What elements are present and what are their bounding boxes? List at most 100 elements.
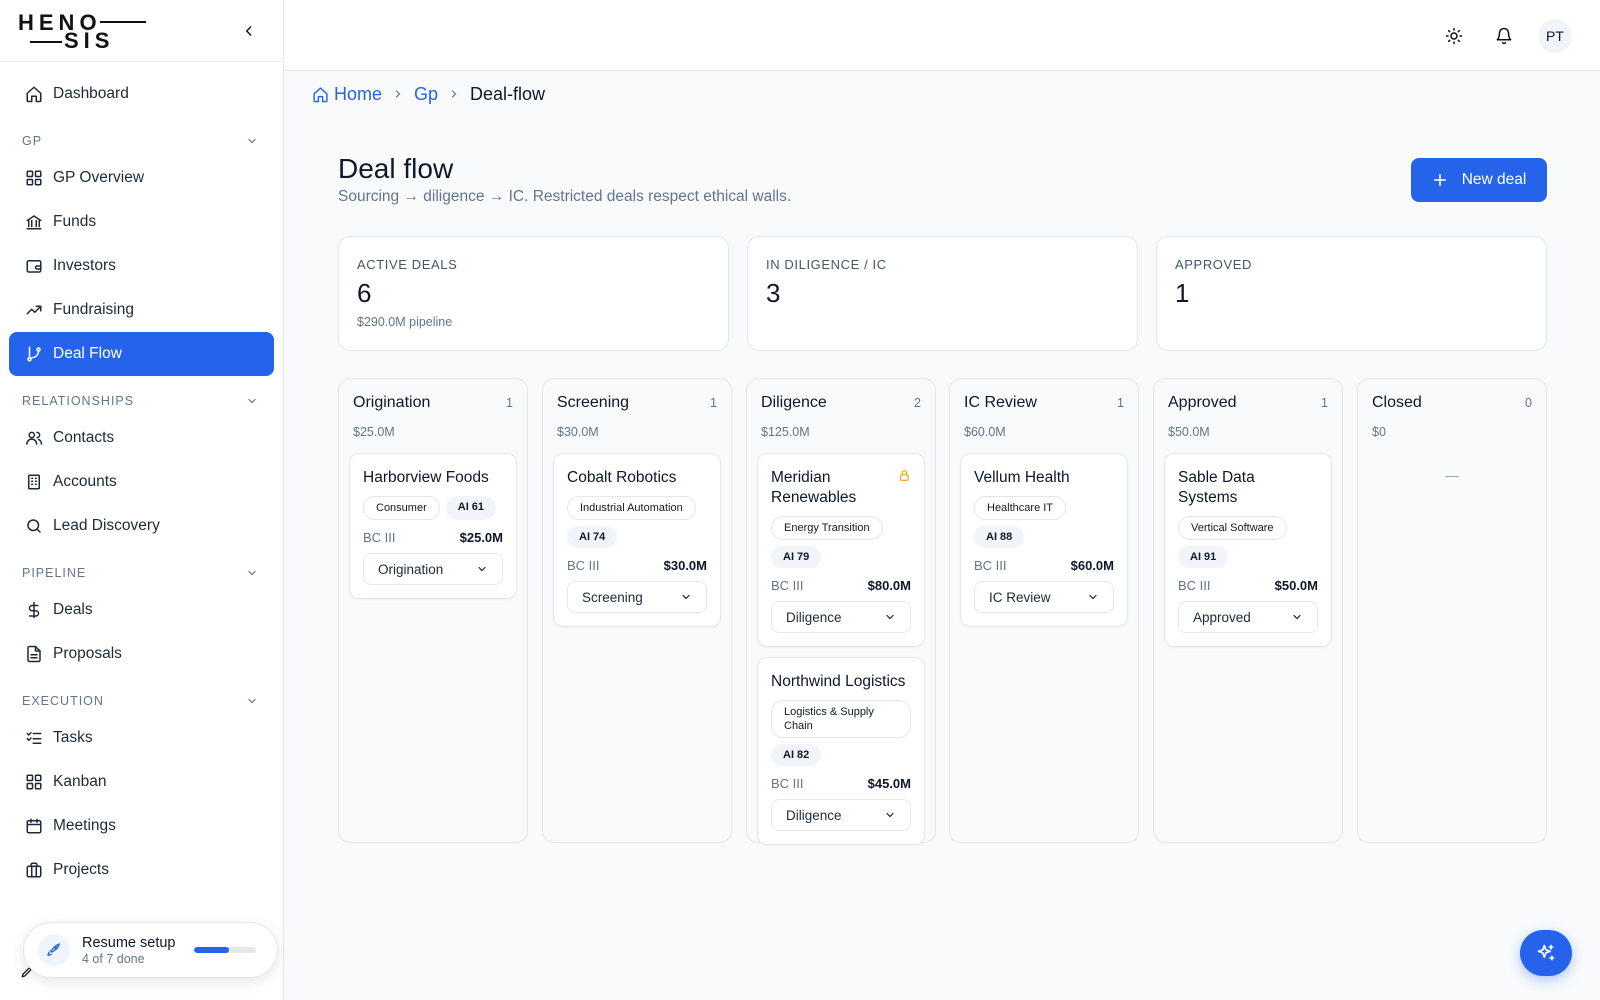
deal-name: Vellum Health xyxy=(974,469,1070,486)
deal-bc: BC III xyxy=(771,776,804,791)
column-total: $30.0M xyxy=(557,425,599,439)
section-toggle-relationships[interactable]: RELATIONSHIPS xyxy=(9,386,274,416)
ai-assistant-button[interactable] xyxy=(1520,930,1572,976)
chevron-down-icon xyxy=(1293,614,1301,620)
stage-select[interactable]: Diligence xyxy=(771,799,911,831)
sidebar-item-projects[interactable]: Projects xyxy=(9,848,274,892)
column-count: 2 xyxy=(914,396,921,410)
sidebar-item-dashboard[interactable]: Dashboard xyxy=(9,72,274,116)
section-title: EXECUTION xyxy=(22,694,104,708)
stage-select[interactable]: IC Review xyxy=(974,581,1114,613)
sidebar-item-accounts[interactable]: Accounts xyxy=(9,460,274,504)
sidebar-item-kanban[interactable]: Kanban xyxy=(9,760,274,804)
sparkles-icon xyxy=(1537,944,1555,961)
stage-select-value: Approved xyxy=(1193,609,1251,625)
logo-bar xyxy=(100,20,146,23)
column-closed: Closed 0 $0 — xyxy=(1357,378,1547,843)
sidebar-item-deals[interactable]: Deals xyxy=(9,588,274,632)
resume-setup-card[interactable]: Resume setup 4 of 7 done xyxy=(23,922,278,978)
deal-card[interactable]: Meridian Renewables Energy Transition AI 7… xyxy=(757,453,925,647)
stat-label: ACTIVE DEALS xyxy=(357,257,458,272)
sidebar-item-lead-discovery[interactable]: Lead Discovery xyxy=(9,504,274,548)
sidebar-item-fundraising[interactable]: Fundraising xyxy=(9,288,274,332)
sun-icon xyxy=(1445,27,1463,45)
notifications-button[interactable] xyxy=(1488,20,1520,52)
collapse-sidebar-button[interactable] xyxy=(237,19,261,43)
deal-card[interactable]: Sable Data Systems Vertical Software AI 91… xyxy=(1164,453,1332,647)
stage-select-value: Diligence xyxy=(786,807,842,823)
wallet-icon xyxy=(26,260,42,273)
deal-amount: $50.0M xyxy=(1274,578,1318,593)
sidebar: HENO SIS Dashboard GP GP Overview Funds xyxy=(0,0,284,1000)
chevron-down-icon xyxy=(682,594,690,600)
trending-up-icon xyxy=(26,305,42,315)
column-title: Screening xyxy=(557,394,630,411)
section-toggle-pipeline[interactable]: PIPELINE xyxy=(9,558,274,588)
deal-card-header: Vellum Health xyxy=(974,468,1114,488)
sidebar-item-gp-overview[interactable]: GP Overview xyxy=(9,156,274,200)
deal-card-header: Northwind Logistics xyxy=(771,672,911,692)
avatar[interactable]: PT xyxy=(1538,19,1572,53)
deal-bc: BC III xyxy=(974,558,1007,573)
page-subtitle: Sourcing → diligence → IC. Restricted de… xyxy=(338,188,792,205)
deal-card[interactable]: Vellum Health Healthcare IT AI 88 BC III $60… xyxy=(960,453,1128,627)
stat-value: 1 xyxy=(1175,278,1190,308)
breadcrumb-gp[interactable]: Gp xyxy=(414,84,438,105)
sidebar-item-label: Accounts xyxy=(53,473,117,490)
ai-score-badge: AI 61 xyxy=(445,496,497,520)
setup-title: Resume setup xyxy=(82,934,176,951)
column-approved: Approved 1 $50.0M Sable Data Systems Vertica… xyxy=(1153,378,1343,843)
sidebar-item-meetings[interactable]: Meetings xyxy=(9,804,274,848)
column-title: Closed xyxy=(1372,394,1422,411)
sector-tag: Vertical Software xyxy=(1178,516,1287,540)
new-deal-button[interactable]: New deal xyxy=(1411,158,1547,202)
logo[interactable]: HENO SIS xyxy=(18,11,146,51)
bell-icon xyxy=(1496,27,1512,45)
plus-icon xyxy=(1433,173,1446,187)
list-checks-icon xyxy=(26,732,42,744)
stage-select[interactable]: Screening xyxy=(567,581,707,613)
stage-select[interactable]: Diligence xyxy=(771,601,911,633)
sidebar-item-label: Dashboard xyxy=(53,85,129,102)
sidebar-item-label: Lead Discovery xyxy=(53,517,160,534)
deal-card-header: Cobalt Robotics xyxy=(567,468,707,488)
sidebar-item-label: Projects xyxy=(53,861,109,878)
breadcrumb-home[interactable]: Home xyxy=(312,84,382,105)
sidebar-item-tasks[interactable]: Tasks xyxy=(9,716,274,760)
setup-progress-fill xyxy=(193,947,229,953)
column-total: $60.0M xyxy=(964,425,1006,439)
sector-tag: Energy Transition xyxy=(771,516,883,540)
deal-amount: $60.0M xyxy=(1070,558,1114,573)
building-icon xyxy=(28,474,40,490)
sidebar-item-investors[interactable]: Investors xyxy=(9,244,274,288)
column-header: Diligence 2 xyxy=(757,391,925,415)
deal-tags: Industrial Automation AI 74 xyxy=(567,496,707,548)
deal-card[interactable]: Northwind Logistics Logistics & Supply Ch… xyxy=(757,657,925,845)
stage-select[interactable]: Origination xyxy=(363,553,503,585)
deal-amount: $45.0M xyxy=(867,776,911,791)
stage-select[interactable]: Approved xyxy=(1178,601,1318,633)
deal-card[interactable]: Harborview Foods Consumer AI 61 BC III $25.0… xyxy=(349,453,517,599)
chevron-left-icon xyxy=(245,25,252,36)
setup-progress-bar xyxy=(193,947,256,953)
sidebar-item-deal-flow[interactable]: Deal Flow xyxy=(9,332,274,376)
column-header: Origination 1 xyxy=(349,391,517,415)
sidebar-item-funds[interactable]: Funds xyxy=(9,200,274,244)
chevron-down-icon xyxy=(886,614,894,620)
deal-card[interactable]: Cobalt Robotics Industrial Automation AI 7… xyxy=(553,453,721,627)
theme-toggle-button[interactable] xyxy=(1438,20,1470,52)
sidebar-item-proposals[interactable]: Proposals xyxy=(9,632,274,676)
deal-tags: Consumer AI 61 xyxy=(363,496,503,520)
deal-meta-row: BC III $45.0M xyxy=(771,776,911,791)
sidebar-item-contacts[interactable]: Contacts xyxy=(9,416,274,460)
deal-meta-row: BC III $25.0M xyxy=(363,530,503,545)
deal-tags: Healthcare IT AI 88 xyxy=(974,496,1114,548)
section-toggle-gp[interactable]: GP xyxy=(9,126,274,156)
page-title: Deal flow xyxy=(338,153,454,184)
column-count: 1 xyxy=(710,396,717,410)
stage-select-value: IC Review xyxy=(989,589,1051,605)
section-toggle-execution[interactable]: EXECUTION xyxy=(9,686,274,716)
sidebar-item-label: Investors xyxy=(53,257,116,274)
ai-score-badge: AI 79 xyxy=(771,546,822,568)
deal-tags: Energy Transition AI 79 xyxy=(771,516,911,568)
